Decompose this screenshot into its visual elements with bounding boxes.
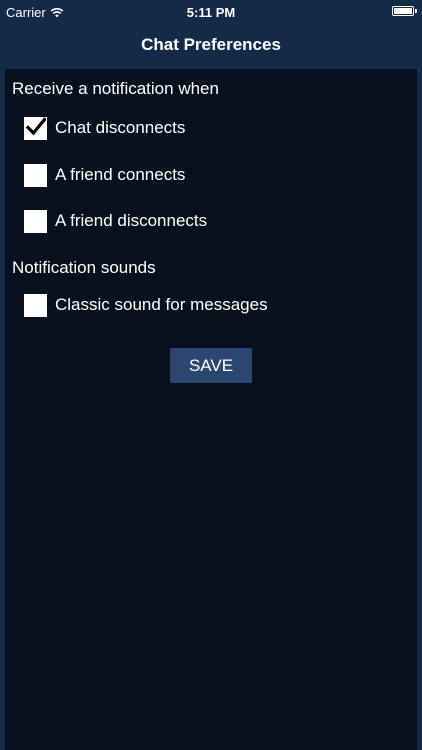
classic-sound-checkbox[interactable] <box>24 293 47 317</box>
option-friend-connects[interactable]: A friend connects <box>24 163 185 187</box>
friend-disconnects-checkbox[interactable] <box>24 209 47 233</box>
friend-disconnects-label: A friend disconnects <box>55 211 208 230</box>
preferences-panel: Receive a notification when Chat disconn… <box>5 69 417 750</box>
chat-disconnects-label: Chat disconnects <box>55 118 186 137</box>
notification-section-header: Receive a notification when <box>12 79 219 98</box>
battery-icon <box>392 6 417 16</box>
save-button[interactable]: SAVE <box>170 348 252 383</box>
page-title: Chat Preferences <box>141 35 281 54</box>
option-chat-disconnects[interactable]: Chat disconnects <box>24 116 185 140</box>
option-friend-disconnects[interactable]: A friend disconnects <box>24 209 207 233</box>
friend-connects-checkbox[interactable] <box>24 163 47 187</box>
friend-connects-label: A friend connects <box>55 165 186 184</box>
classic-sound-label: Classic sound for messages <box>55 295 268 314</box>
checkmark-icon <box>26 116 46 135</box>
option-classic-sound[interactable]: Classic sound for messages <box>24 293 268 317</box>
nav-bar: Chat Preferences <box>0 24 422 64</box>
sounds-section-header: Notification sounds <box>12 258 156 277</box>
status-bar: Carrier 5:11 PM <box>0 0 422 24</box>
status-time: 5:11 PM <box>186 5 236 20</box>
chat-disconnects-checkbox[interactable] <box>24 116 47 140</box>
